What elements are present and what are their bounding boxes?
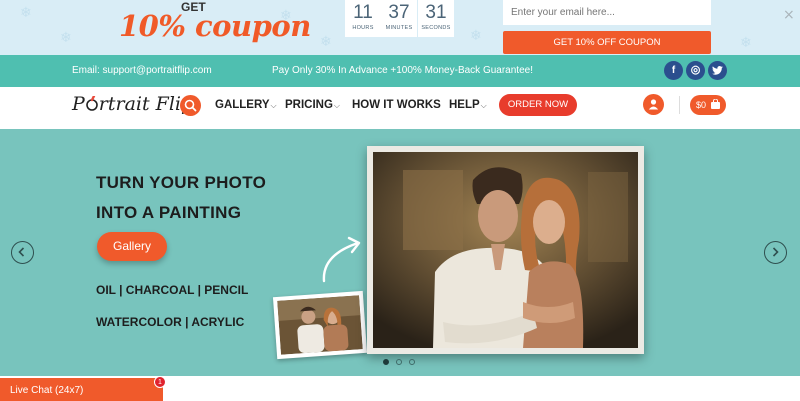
hero-mediums-line-1: OIL | CHARCOAL | PENCIL <box>96 283 249 297</box>
chevron-down-icon: ⌵ <box>333 101 340 110</box>
nav-help-label: HELP <box>449 99 480 111</box>
timer-minutes-value: 37 <box>388 2 410 23</box>
portraitflip-logo[interactable]: Prtrait Flip <box>72 93 193 115</box>
hero-banner: TURN YOUR PHOTO INTO A PAINTING Gallery … <box>0 129 800 376</box>
instagram-icon[interactable]: ◎ <box>686 61 705 80</box>
slider-dot-3[interactable] <box>409 359 415 365</box>
search-button[interactable] <box>180 95 201 116</box>
logo-text-start: P <box>72 93 85 115</box>
nav-pricing[interactable]: PRICING⌵ <box>285 99 340 111</box>
main-nav: Prtrait Flip GALLERY⌵ PRICING⌵ HOW IT WO… <box>0 87 800 129</box>
facebook-icon[interactable]: f <box>664 61 683 80</box>
close-icon[interactable]: × <box>783 7 795 23</box>
live-chat-button[interactable]: Live Chat (24x7) <box>0 378 163 401</box>
nav-how-it-works[interactable]: HOW IT WORKS <box>352 99 441 111</box>
snowflake-icon: ❄ <box>20 5 32 21</box>
notification-badge: 1 <box>154 376 166 388</box>
timer-seconds-label: SECONDS <box>421 25 451 31</box>
slider-prev-button[interactable] <box>11 241 34 264</box>
chevron-down-icon: ⌵ <box>480 101 487 110</box>
chevron-right-icon <box>772 247 779 257</box>
promo-bar: ❄ ❄ ❄ ❄ ❄ ❄ GET 10% coupon 11 HOURS 37 M… <box>0 0 800 55</box>
support-email[interactable]: Email: support@portraitflip.com <box>72 65 212 76</box>
nav-help[interactable]: HELP⌵ <box>449 99 487 111</box>
cart-total: $0 <box>696 100 707 110</box>
promo-coupon-text: 10% coupon <box>119 9 311 43</box>
shopping-bag-icon <box>711 99 720 109</box>
coupon-email-input[interactable] <box>503 0 711 25</box>
chevron-left-icon <box>18 247 25 257</box>
hero-gallery-button[interactable]: Gallery <box>97 232 167 261</box>
slider-dot-1[interactable] <box>383 359 389 365</box>
nav-how-it-works-label: HOW IT WORKS <box>352 99 441 111</box>
slider-next-button[interactable] <box>764 241 787 264</box>
timer-minutes-label: MINUTES <box>385 25 413 31</box>
twitter-bird-icon <box>712 66 723 75</box>
nav-gallery-label: GALLERY <box>215 99 270 111</box>
curved-arrow-icon <box>322 236 361 283</box>
nav-pricing-label: PRICING <box>285 99 333 111</box>
twitter-icon[interactable] <box>708 61 727 80</box>
snowflake-icon: ❄ <box>470 28 482 44</box>
timer-hours-value: 11 <box>353 2 373 23</box>
portrait-painting-image <box>373 152 638 348</box>
original-photo-thumbnail <box>272 290 368 360</box>
hero-headline-line-2: INTO A PAINTING <box>96 203 242 222</box>
couple-photo-image <box>277 295 363 355</box>
timer-minutes: 37 MINUTES <box>381 0 417 37</box>
slider-dot-2[interactable] <box>396 359 402 365</box>
painting-frame <box>367 146 644 354</box>
cart-button[interactable]: $0 <box>690 95 726 115</box>
snowflake-icon: ❄ <box>320 34 332 50</box>
guarantee-message: Pay Only 30% In Advance +100% Money-Back… <box>272 65 533 76</box>
snowflake-icon: ❄ <box>740 35 752 51</box>
nav-divider <box>679 96 680 114</box>
get-coupon-button[interactable]: GET 10% OFF COUPON <box>503 31 711 54</box>
logo-paintbrush-icon <box>85 94 98 111</box>
order-now-button[interactable]: ORDER NOW <box>499 94 577 116</box>
hero-mediums-line-2: WATERCOLOR | ACRYLIC <box>96 315 245 329</box>
chevron-down-icon: ⌵ <box>270 101 277 110</box>
info-bar: Email: support@portraitflip.com Pay Only… <box>0 55 800 87</box>
hero-headline-line-1: TURN YOUR PHOTO <box>96 173 267 192</box>
timer-seconds-value: 31 <box>425 2 447 23</box>
timer-hours-label: HOURS <box>352 25 374 31</box>
nav-gallery[interactable]: GALLERY⌵ <box>215 99 277 111</box>
search-icon <box>184 99 197 112</box>
account-button[interactable] <box>643 94 664 115</box>
timer-hours: 11 HOURS <box>345 0 381 37</box>
snowflake-icon: ❄ <box>60 30 72 46</box>
timer-seconds: 31 SECONDS <box>418 0 454 37</box>
user-icon <box>648 99 659 110</box>
